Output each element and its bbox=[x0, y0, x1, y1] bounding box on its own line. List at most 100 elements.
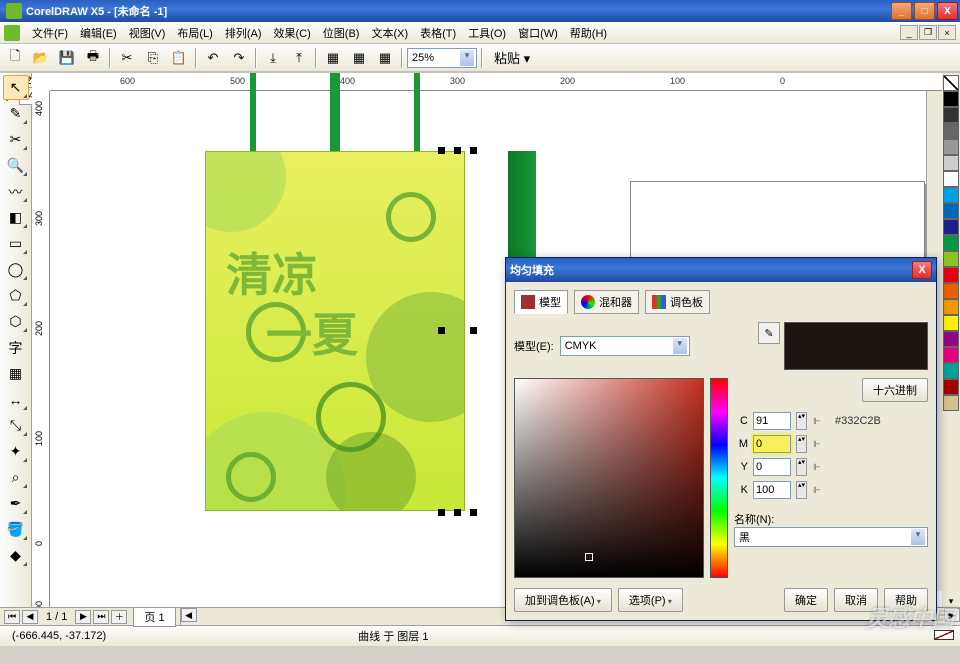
ellipse-tool[interactable]: ◯ bbox=[3, 257, 29, 282]
ok-button[interactable]: 确定 bbox=[784, 588, 828, 612]
interactive-fill-tool[interactable]: ◆ bbox=[3, 543, 29, 568]
smart-fill-tool[interactable]: ◧ bbox=[3, 205, 29, 230]
ruler-vertical[interactable]: 400 300 200 100 0 100 bbox=[32, 91, 50, 607]
menu-help[interactable]: 帮助(H) bbox=[564, 23, 613, 43]
interactive-tool[interactable]: ✦ bbox=[3, 439, 29, 464]
swatch[interactable] bbox=[943, 219, 959, 235]
swatch[interactable] bbox=[943, 203, 959, 219]
mdi-restore[interactable]: ❐ bbox=[919, 25, 937, 40]
redo-button[interactable]: ↷ bbox=[227, 46, 251, 70]
hex-button[interactable]: 十六进制 bbox=[862, 378, 928, 402]
color-name-combo[interactable]: 黑 bbox=[734, 527, 928, 547]
swatch[interactable] bbox=[943, 139, 959, 155]
dialog-close-button[interactable]: X bbox=[912, 261, 932, 279]
swatch[interactable] bbox=[943, 235, 959, 251]
dimension-tool[interactable]: ↔ bbox=[3, 387, 29, 412]
sv-picker[interactable] bbox=[514, 378, 704, 578]
freehand-tool[interactable]: 〰 bbox=[3, 179, 29, 204]
tab-mixer[interactable]: 混和器 bbox=[574, 290, 639, 314]
menu-file[interactable]: 文件(F) bbox=[26, 23, 74, 43]
spinner-icon[interactable]: ▴▾ bbox=[796, 412, 807, 430]
rectangle-tool[interactable]: ▭ bbox=[3, 231, 29, 256]
swatch-none[interactable] bbox=[943, 75, 959, 91]
k-input[interactable] bbox=[753, 481, 791, 499]
paste-button[interactable]: 📋 bbox=[167, 46, 191, 70]
tab-model[interactable]: 模型 bbox=[514, 290, 568, 314]
connector-tool[interactable]: ⤡ bbox=[3, 413, 29, 438]
swatch[interactable] bbox=[943, 331, 959, 347]
eyedropper-button[interactable]: ✎ bbox=[758, 322, 780, 344]
next-page-button[interactable]: ▶ bbox=[75, 610, 91, 624]
options-button[interactable]: 选项(P) bbox=[618, 588, 683, 612]
swatch[interactable] bbox=[943, 91, 959, 107]
ruler-horizontal[interactable]: 600 500 400 300 200 100 0 bbox=[50, 73, 942, 91]
mdi-minimize[interactable]: _ bbox=[900, 25, 918, 40]
menu-view[interactable]: 视图(V) bbox=[123, 23, 172, 43]
menu-arrange[interactable]: 排列(A) bbox=[219, 23, 268, 43]
swatch[interactable] bbox=[943, 299, 959, 315]
swatch[interactable] bbox=[943, 395, 959, 411]
text-tool[interactable]: 字 bbox=[3, 335, 29, 360]
hscroll-right[interactable]: ▶ bbox=[944, 608, 960, 622]
menu-layout[interactable]: 布局(L) bbox=[171, 23, 218, 43]
menu-edit[interactable]: 编辑(E) bbox=[74, 23, 123, 43]
swatch[interactable] bbox=[943, 379, 959, 395]
undo-button[interactable]: ↶ bbox=[201, 46, 225, 70]
crop-tool[interactable]: ✂ bbox=[3, 127, 29, 152]
add-to-palette-button[interactable]: 加到调色板(A) bbox=[514, 588, 612, 612]
paste-menu[interactable]: 粘贴 ▾ bbox=[487, 46, 537, 70]
table-tool[interactable]: ▦ bbox=[3, 361, 29, 386]
print-button[interactable]: 🖶 bbox=[81, 46, 105, 70]
menu-table[interactable]: 表格(T) bbox=[414, 23, 462, 43]
slider-icon[interactable]: ⊩ bbox=[812, 412, 822, 430]
swatch[interactable] bbox=[943, 363, 959, 379]
eyedropper-tool[interactable]: ⌕ bbox=[3, 465, 29, 490]
close-button[interactable]: X bbox=[937, 2, 958, 20]
last-page-button[interactable]: ⏭ bbox=[93, 610, 109, 624]
swatch[interactable] bbox=[943, 267, 959, 283]
spinner-icon[interactable]: ▴▾ bbox=[796, 481, 807, 499]
shape-tool[interactable]: ✎ bbox=[3, 101, 29, 126]
swatch[interactable] bbox=[943, 123, 959, 139]
polygon-tool[interactable]: ⬠ bbox=[3, 283, 29, 308]
minimize-button[interactable]: _ bbox=[891, 2, 912, 20]
color-model-combo[interactable]: CMYK bbox=[560, 336, 690, 356]
page-tab[interactable]: 页 1 bbox=[133, 607, 175, 627]
c-input[interactable] bbox=[753, 412, 791, 430]
prev-page-button[interactable]: ◀ bbox=[22, 610, 38, 624]
hue-slider[interactable] bbox=[710, 378, 728, 578]
swatch[interactable] bbox=[943, 107, 959, 123]
launch-button[interactable]: ▦ bbox=[347, 46, 371, 70]
menu-text[interactable]: 文本(X) bbox=[365, 23, 414, 43]
outline-tool[interactable]: ✒ bbox=[3, 491, 29, 516]
welcome-button[interactable]: ▦ bbox=[373, 46, 397, 70]
swatch[interactable] bbox=[943, 283, 959, 299]
mdi-close[interactable]: × bbox=[938, 25, 956, 40]
menu-window[interactable]: 窗口(W) bbox=[512, 23, 564, 43]
swatch[interactable] bbox=[943, 171, 959, 187]
slider-icon[interactable]: ⊩ bbox=[812, 458, 822, 476]
zoom-combo[interactable]: 25% bbox=[407, 48, 477, 68]
fill-tool[interactable]: 🪣 bbox=[3, 517, 29, 542]
swatch[interactable] bbox=[943, 315, 959, 331]
basic-shapes-tool[interactable]: ⬡ bbox=[3, 309, 29, 334]
import-button[interactable]: ⤓ bbox=[261, 46, 285, 70]
swatch[interactable] bbox=[943, 251, 959, 267]
palette-scroll-icon[interactable]: ▾ bbox=[942, 596, 960, 607]
fill-indicator[interactable] bbox=[932, 630, 954, 642]
y-input[interactable] bbox=[753, 458, 791, 476]
menu-tools[interactable]: 工具(O) bbox=[462, 23, 512, 43]
open-button[interactable]: 📂 bbox=[29, 46, 53, 70]
m-input[interactable] bbox=[753, 435, 791, 453]
slider-icon[interactable]: ⊩ bbox=[812, 435, 822, 453]
spinner-icon[interactable]: ▴▾ bbox=[796, 435, 807, 453]
dialog-titlebar[interactable]: 均匀填充 X bbox=[506, 258, 936, 282]
copy-button[interactable]: ⎘ bbox=[141, 46, 165, 70]
swatch[interactable] bbox=[943, 155, 959, 171]
menu-bitmap[interactable]: 位图(B) bbox=[317, 23, 366, 43]
add-page-button[interactable]: ＋ bbox=[111, 610, 127, 624]
export-button[interactable]: ⤒ bbox=[287, 46, 311, 70]
swatch[interactable] bbox=[943, 347, 959, 363]
help-button[interactable]: 帮助 bbox=[884, 588, 928, 612]
zoom-tool[interactable]: 🔍 bbox=[3, 153, 29, 178]
